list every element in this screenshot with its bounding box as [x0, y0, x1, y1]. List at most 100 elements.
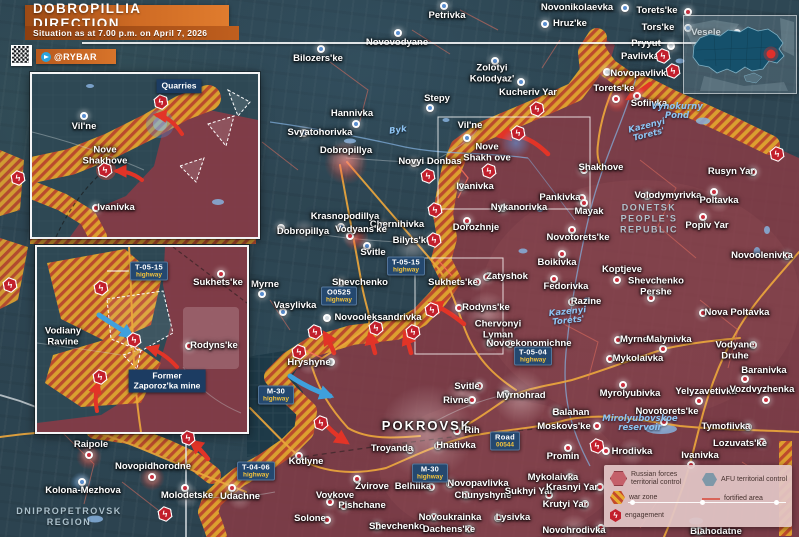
city-label-vodyane-druhe: Vodyane Druhe — [716, 341, 755, 362]
page-title: DOBROPILLIA DIRECTION — [25, 5, 229, 26]
city-label-pryyut: Pryyut — [631, 39, 661, 50]
city-label-vil-ne: Vil'ne — [458, 121, 483, 132]
city-label-ivanivka: Ivanivka — [681, 451, 719, 462]
city-label-molodetske: Molodetske — [161, 491, 213, 502]
city-label-volodymyrivka: Volodymyrivka — [635, 191, 702, 202]
city-label-pavlivka: Pavlivka — [621, 52, 659, 63]
qr-code — [11, 45, 32, 66]
highway-badge-t-05-15: T-05-15highway — [387, 257, 425, 276]
city-dot-moskovs-ke — [593, 422, 601, 430]
city-label-novohrodivka: Novohrodivka — [542, 526, 605, 537]
city-label-myrnohrad: Myrnohrad — [496, 391, 545, 402]
city-label-dobropillya: Dobropillya — [277, 227, 329, 238]
city-dot-hruz-ke — [541, 20, 549, 28]
city-label-pishchane: Pishchane — [338, 501, 386, 512]
city-label-tymofiivka: Tymofiivka — [702, 422, 751, 433]
city-label-hruz-ke: Hruz'ke — [553, 19, 587, 30]
page-subtitle: Situation as at 7.00 p.m. on April 7, 20… — [25, 26, 239, 40]
city-dot-novooleksandrivka — [323, 314, 331, 322]
city-label-popiv-yar: Popiv Yar — [685, 221, 728, 232]
city-label-vil-ne: Vil'ne — [72, 122, 97, 133]
city-dot-hannivka — [352, 120, 360, 128]
city-label-vasylivka: Vasylivka — [274, 301, 317, 312]
city-label-hrodivka: Hrodivka — [612, 447, 653, 458]
city-label-novoolenivka: Novoolenivka — [731, 251, 793, 262]
city-label-bilyts-ke: Bilyts'ke — [393, 236, 432, 247]
city-label-svitle: Svitle — [360, 248, 385, 259]
city-label-chunyshyne: Chunyshyne — [454, 491, 511, 502]
city-label-rodyns-ke: Rodyns'ke — [462, 303, 510, 314]
city-label-baranivka: Baranivka — [741, 366, 786, 377]
war-map: Vil'neNove ShakhoveIvanivkaϟϟQuarries Su — [0, 0, 799, 537]
city-label-novopavlivka: Novopavlivka — [447, 479, 508, 490]
city-label-lysivka: Lysivka — [496, 513, 531, 524]
city-label-yelyzavetivka: Yelyzavetivka — [675, 387, 736, 398]
city-label-hannivka: Hannivka — [331, 109, 373, 120]
city-label-nova-poltavka: Nova Poltavka — [705, 308, 770, 319]
city-dot-vil-ne — [80, 112, 88, 120]
highway-badge-t-04-06: T-04-06highway — [237, 462, 275, 481]
city-label-ivanivka: Ivanivka — [456, 182, 494, 193]
city-label-novonikolaevka: Novonikolaevka — [541, 3, 613, 14]
city-label-malynivka: Malynivka — [646, 335, 691, 346]
city-dot-novopidhorodne — [148, 473, 156, 481]
highway-badge-o0525: O0525highway — [321, 287, 357, 306]
former-mine-tag: Former Zaporoz'ka mine — [129, 370, 206, 393]
city-label-promin: Promin — [547, 452, 580, 463]
city-label-dobropillya: Dobropillya — [320, 146, 372, 157]
highway-badge-m-30: M-30highway — [412, 464, 448, 483]
city-label-koptjeve: Koptjeve — [602, 265, 642, 276]
city-dot-koptjeve — [613, 276, 621, 284]
city-label-udachne: Udachne — [220, 492, 260, 503]
city-label-pokrovsk: POKROVSK — [382, 421, 472, 432]
afu-zone-icon — [702, 473, 717, 486]
city-label-shakhove: Shakhove — [579, 163, 624, 174]
city-label-novopidhorodne: Novopidhorodne — [115, 462, 191, 473]
highway-badge-road: Road00544 — [490, 432, 520, 451]
city-dot-yelyzavetivka — [695, 397, 703, 405]
city-label-tors-ke: Tors'ke — [642, 23, 675, 34]
city-dot-rivne — [468, 396, 476, 404]
city-label-dorozhnje: Dorozhnje — [453, 223, 499, 234]
inset-quarries: Vil'neNove ShakhoveIvanivkaϟϟQuarries — [30, 72, 260, 239]
city-label-poltavka: Poltavka — [699, 196, 738, 207]
city-label-novotorets-ke: Novotorets'ke — [547, 233, 610, 244]
quarries-tag: Quarries — [157, 79, 202, 93]
city-label-novyi-donbas: Novyi Donbas — [398, 157, 461, 168]
city-label-ivanivka: Ivanivka — [97, 203, 135, 214]
rybar-banner: @RYBAR — [36, 49, 116, 64]
city-label-kucheriv-yar: Kucheriv Yar — [499, 88, 557, 99]
legend-item-engagement: ϟ engagement — [610, 509, 664, 522]
city-label-moskovs-ke: Moskovs'ke — [537, 422, 590, 433]
city-label-solone: Solone — [294, 514, 326, 525]
city-label-novopavlivka: Novopavlivka — [610, 69, 671, 80]
city-label-stepy: Stepy — [424, 94, 450, 105]
city-label-vodiany-ravine: Vodiany Ravine — [45, 327, 81, 348]
city-label-novoukrainka: Novoukrainka — [419, 513, 482, 524]
city-label-zolotyi-kolodyaz: Zolotyi Kolodyaz' — [470, 64, 515, 85]
city-label-svyatohorivka: Svyatohorivka — [288, 128, 353, 139]
telegram-icon — [41, 52, 51, 62]
city-label-svitle: Svitle — [454, 382, 479, 393]
city-label-balahan: Balahan — [553, 408, 590, 419]
city-dot-novonikolaevka — [621, 4, 629, 12]
city-dot-stepy — [426, 104, 434, 112]
city-label-zvirove: Zvirove — [355, 482, 389, 493]
city-label-rivne: Rivne — [443, 396, 469, 407]
russian-zone-icon — [610, 471, 627, 486]
city-dot-kucheriv-yar — [517, 78, 525, 86]
city-label-zatyshok: Zatyshok — [486, 272, 528, 283]
city-dot-myrne — [258, 290, 266, 298]
city-label-belhiika: Belhiika — [395, 482, 431, 493]
city-label-raipole: Raipole — [74, 440, 108, 451]
city-label-kotlyne: Kotlyne — [289, 457, 324, 468]
city-label-petrivka: Petrivka — [429, 11, 466, 22]
title-underline — [82, 42, 770, 44]
city-label-lozuvats-ke: Lozuvats'ke — [713, 439, 767, 450]
legend-item-russian: Russian forces territorial control — [610, 471, 681, 486]
highway-badge-t-05-04: T-05-04highway — [514, 347, 552, 366]
city-label-dachens-ke: Dachens'ke — [423, 525, 475, 536]
city-label-shevchenko-pershe: Shevchenko Pershe — [628, 277, 684, 298]
engagement-icon: ϟ — [610, 509, 621, 522]
region-label-dnipropetrovsk-region: DNIPROPETROVSK REGION — [16, 506, 122, 528]
